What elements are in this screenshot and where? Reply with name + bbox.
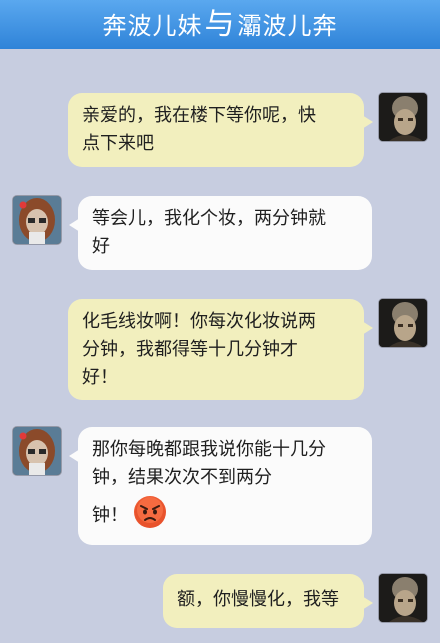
title-connector: 与: [204, 7, 236, 42]
title-right-name: 灞波儿奔: [237, 12, 338, 40]
message-bubble-2: 等会儿，我化个妆，两分钟就 好: [69, 196, 372, 270]
message-text-line: 等会儿，我化个妆，两分钟就: [92, 208, 326, 229]
message-text-line: 亲爱的，我在楼下等你呢，快: [82, 105, 316, 126]
message-text-line-with-emoji: 钟！: [92, 496, 358, 532]
message-text-line: 钟！: [92, 505, 128, 526]
chat-title-bar: 奔波儿妹与灞波儿奔: [0, 0, 440, 49]
title-left-name: 奔波儿妹: [102, 12, 203, 40]
avatar-male[interactable]: [379, 299, 427, 347]
message-text-line: 化毛线妆啊！你每次化妆说两: [82, 311, 316, 332]
avatar-female[interactable]: [13, 427, 61, 475]
avatar-male[interactable]: [379, 574, 427, 622]
message-bubble-4: 那你每晚都跟我说你能十几分 钟，结果次次不到两分 钟！: [69, 427, 372, 545]
avatar-male[interactable]: [379, 93, 427, 141]
message-bubble-1: 亲爱的，我在楼下等你呢，快 点下来吧: [68, 93, 373, 167]
message-text-line: 钟，结果次次不到两分: [92, 467, 272, 488]
avatar-female[interactable]: [13, 196, 61, 244]
message-text-line: 分钟，我都得等十几分钟才: [82, 339, 298, 360]
message-text-line: 好！: [82, 367, 118, 388]
message-bubble-3: 化毛线妆啊！你每次化妆说两 分钟，我都得等十几分钟才 好！: [68, 299, 373, 400]
message-text-line: 那你每晚都跟我说你能十几分: [92, 439, 326, 460]
message-text-line: 额，你慢慢化，我等: [177, 589, 339, 610]
angry-face-icon: [134, 496, 166, 528]
message-bubble-5: 额，你慢慢化，我等: [163, 574, 373, 628]
message-text-line: 点下来吧: [82, 133, 154, 154]
message-text-line: 好: [92, 236, 110, 257]
